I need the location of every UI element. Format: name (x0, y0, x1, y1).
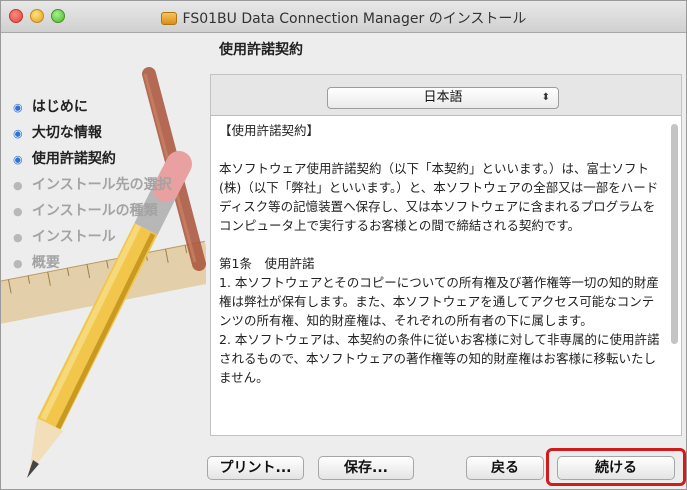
package-icon (160, 12, 177, 25)
license-paragraph: 1. 本ソフトウェアとそのコピーについての所有権及び著作権等一切の知的財産権は弊… (219, 275, 659, 328)
window-title-wrap: FS01BU Data Connection Manager のインストール (1, 8, 686, 28)
step-bullet-icon: ● (13, 179, 23, 192)
step-important-info: ◉ 大切な情報 (13, 120, 172, 146)
print-button[interactable]: プリント... (207, 456, 304, 480)
language-select-value: 日本語 (423, 90, 463, 105)
step-bullet-icon: ● (13, 231, 23, 244)
license-text-area[interactable]: 【使用許諾契約】 本ソフトウェア使用許諾契約（以下「本契約」といいます。）は、富… (211, 115, 681, 435)
step-install-type: ● インストールの種類 (13, 198, 172, 224)
license-paragraph: 本ソフトウェア使用許諾契約（以下「本契約」といいます。）は、富士ソフト(株)（以… (219, 161, 659, 233)
vertical-scrollbar[interactable] (671, 124, 678, 344)
step-introduction: ◉ はじめに (13, 94, 172, 120)
license-text: 【使用許諾契約】 本ソフトウェア使用許諾契約（以下「本契約」といいます。）は、富… (219, 121, 661, 387)
save-button[interactable]: 保存... (318, 456, 414, 480)
step-bullet-icon: ● (13, 205, 23, 218)
language-select[interactable]: 日本語 ⬍ (327, 87, 559, 109)
step-bullet-icon: ◉ (13, 127, 23, 140)
step-license: ◉ 使用許諾契約 (13, 146, 172, 172)
step-summary: ● 概要 (13, 250, 172, 276)
install-steps-list: ◉ はじめに ◉ 大切な情報 ◉ 使用許諾契約 ● インストール先の選択 ● イ… (13, 94, 172, 276)
section-title: 使用許諾契約 (219, 42, 303, 58)
window-title: FS01BU Data Connection Manager のインストール (182, 11, 527, 27)
continue-highlight-box (546, 448, 686, 486)
step-destination: ● インストール先の選択 (13, 172, 172, 198)
license-heading: 【使用許諾契約】 (219, 123, 320, 138)
license-paragraph: 2. 本ソフトウェアは、本契約の条件に従いお客様に対して非専属的に使用許諾される… (219, 332, 660, 385)
back-button[interactable]: 戻る (466, 456, 544, 480)
step-installation: ● インストール (13, 224, 172, 250)
step-bullet-icon: ● (13, 257, 23, 270)
title-bar: FS01BU Data Connection Manager のインストール (1, 1, 686, 33)
step-bullet-icon: ◉ (13, 101, 23, 114)
sidebar: ◉ はじめに ◉ 大切な情報 ◉ 使用許諾契約 ● インストール先の選択 ● イ… (1, 34, 206, 489)
up-down-arrows-icon: ⬍ (541, 92, 550, 103)
installer-window: FS01BU Data Connection Manager のインストール ◉… (0, 0, 687, 490)
license-article-title: 第1条 使用許諾 (219, 256, 315, 271)
step-bullet-icon: ◉ (13, 153, 23, 166)
